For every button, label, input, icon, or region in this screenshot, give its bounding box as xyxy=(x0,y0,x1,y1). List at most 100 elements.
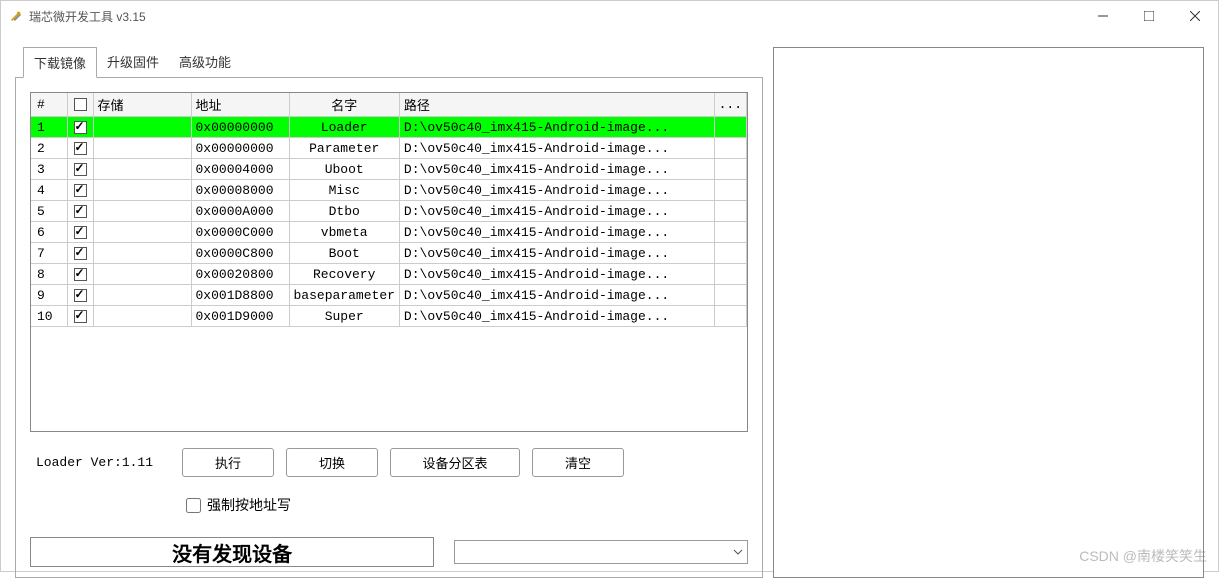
cell-browse[interactable] xyxy=(714,180,746,201)
row-checkbox[interactable] xyxy=(74,268,87,281)
cell-path[interactable]: D:\ov50c40_imx415-Android-image... xyxy=(399,180,714,201)
row-checkbox[interactable] xyxy=(74,205,87,218)
table-row[interactable]: 20x00000000ParameterD:\ov50c40_imx415-An… xyxy=(31,138,747,159)
header-browse[interactable]: ... xyxy=(714,93,746,117)
cell-checkbox[interactable] xyxy=(67,285,93,306)
table-row[interactable]: 10x00000000LoaderD:\ov50c40_imx415-Andro… xyxy=(31,117,747,138)
cell-name[interactable]: Dtbo xyxy=(289,201,399,222)
cell-storage[interactable] xyxy=(93,222,191,243)
cell-path[interactable]: D:\ov50c40_imx415-Android-image... xyxy=(399,243,714,264)
header-checkbox-icon[interactable] xyxy=(74,98,87,111)
cell-name[interactable]: Parameter xyxy=(289,138,399,159)
cell-checkbox[interactable] xyxy=(67,180,93,201)
execute-button[interactable]: 执行 xyxy=(182,448,274,477)
cell-browse[interactable] xyxy=(714,117,746,138)
cell-name[interactable]: Super xyxy=(289,306,399,327)
row-checkbox[interactable] xyxy=(74,163,87,176)
cell-checkbox[interactable] xyxy=(67,264,93,285)
cell-name[interactable]: baseparameter xyxy=(289,285,399,306)
cell-browse[interactable] xyxy=(714,285,746,306)
table-row[interactable]: 30x00004000UbootD:\ov50c40_imx415-Androi… xyxy=(31,159,747,180)
header-address[interactable]: 地址 xyxy=(191,93,289,117)
cell-storage[interactable] xyxy=(93,180,191,201)
cell-address[interactable]: 0x0000C000 xyxy=(191,222,289,243)
clear-button[interactable]: 清空 xyxy=(532,448,624,477)
cell-browse[interactable] xyxy=(714,222,746,243)
header-path[interactable]: 路径 xyxy=(399,93,714,117)
cell-address[interactable]: 0x00000000 xyxy=(191,138,289,159)
cell-name[interactable]: Uboot xyxy=(289,159,399,180)
cell-storage[interactable] xyxy=(93,201,191,222)
cell-name[interactable]: Boot xyxy=(289,243,399,264)
cell-checkbox[interactable] xyxy=(67,159,93,180)
header-name[interactable]: 名字 xyxy=(289,93,399,117)
force-write-checkbox[interactable] xyxy=(186,498,201,513)
cell-checkbox[interactable] xyxy=(67,117,93,138)
switch-button[interactable]: 切换 xyxy=(286,448,378,477)
cell-browse[interactable] xyxy=(714,201,746,222)
cell-browse[interactable] xyxy=(714,159,746,180)
cell-browse[interactable] xyxy=(714,264,746,285)
cell-address[interactable]: 0x001D8800 xyxy=(191,285,289,306)
cell-checkbox[interactable] xyxy=(67,222,93,243)
cell-name[interactable]: Loader xyxy=(289,117,399,138)
row-checkbox[interactable] xyxy=(74,247,87,260)
row-checkbox[interactable] xyxy=(74,142,87,155)
cell-name[interactable]: vbmeta xyxy=(289,222,399,243)
cell-path[interactable]: D:\ov50c40_imx415-Android-image... xyxy=(399,285,714,306)
cell-address[interactable]: 0x0000C800 xyxy=(191,243,289,264)
cell-address[interactable]: 0x0000A000 xyxy=(191,201,289,222)
cell-storage[interactable] xyxy=(93,243,191,264)
cell-path[interactable]: D:\ov50c40_imx415-Android-image... xyxy=(399,201,714,222)
cell-storage[interactable] xyxy=(93,264,191,285)
cell-browse[interactable] xyxy=(714,243,746,264)
cell-address[interactable]: 0x00008000 xyxy=(191,180,289,201)
row-checkbox[interactable] xyxy=(74,121,87,134)
cell-path[interactable]: D:\ov50c40_imx415-Android-image... xyxy=(399,306,714,327)
cell-checkbox[interactable] xyxy=(67,306,93,327)
table-row[interactable]: 40x00008000MiscD:\ov50c40_imx415-Android… xyxy=(31,180,747,201)
minimize-button[interactable] xyxy=(1080,1,1126,31)
cell-path[interactable]: D:\ov50c40_imx415-Android-image... xyxy=(399,117,714,138)
cell-address[interactable]: 0x00020800 xyxy=(191,264,289,285)
cell-storage[interactable] xyxy=(93,306,191,327)
cell-path[interactable]: D:\ov50c40_imx415-Android-image... xyxy=(399,159,714,180)
cell-address[interactable]: 0x00000000 xyxy=(191,117,289,138)
tab-download-image[interactable]: 下载镜像 xyxy=(23,47,97,78)
table-row[interactable]: 60x0000C000vbmetaD:\ov50c40_imx415-Andro… xyxy=(31,222,747,243)
row-checkbox[interactable] xyxy=(74,289,87,302)
cell-browse[interactable] xyxy=(714,138,746,159)
row-checkbox[interactable] xyxy=(74,310,87,323)
table-row[interactable]: 50x0000A000DtboD:\ov50c40_imx415-Android… xyxy=(31,201,747,222)
header-storage[interactable]: 存储 xyxy=(93,93,191,117)
table-row[interactable]: 90x001D8800baseparameterD:\ov50c40_imx41… xyxy=(31,285,747,306)
tab-advanced[interactable]: 高级功能 xyxy=(169,47,241,78)
cell-storage[interactable] xyxy=(93,159,191,180)
tab-upgrade-firmware[interactable]: 升级固件 xyxy=(97,47,169,78)
table-row[interactable]: 100x001D9000SuperD:\ov50c40_imx415-Andro… xyxy=(31,306,747,327)
header-index[interactable]: # xyxy=(31,93,67,117)
cell-checkbox[interactable] xyxy=(67,201,93,222)
table-row[interactable]: 80x00020800RecoveryD:\ov50c40_imx415-And… xyxy=(31,264,747,285)
table-row[interactable]: 70x0000C800BootD:\ov50c40_imx415-Android… xyxy=(31,243,747,264)
row-checkbox[interactable] xyxy=(74,184,87,197)
cell-name[interactable]: Misc xyxy=(289,180,399,201)
cell-path[interactable]: D:\ov50c40_imx415-Android-image... xyxy=(399,138,714,159)
cell-storage[interactable] xyxy=(93,117,191,138)
cell-storage[interactable] xyxy=(93,138,191,159)
device-select[interactable] xyxy=(454,540,748,564)
cell-checkbox[interactable] xyxy=(67,138,93,159)
cell-path[interactable]: D:\ov50c40_imx415-Android-image... xyxy=(399,264,714,285)
close-button[interactable] xyxy=(1172,1,1218,31)
maximize-button[interactable] xyxy=(1126,1,1172,31)
cell-browse[interactable] xyxy=(714,306,746,327)
cell-path[interactable]: D:\ov50c40_imx415-Android-image... xyxy=(399,222,714,243)
cell-address[interactable]: 0x001D9000 xyxy=(191,306,289,327)
partition-table-button[interactable]: 设备分区表 xyxy=(390,448,520,477)
cell-address[interactable]: 0x00004000 xyxy=(191,159,289,180)
row-checkbox[interactable] xyxy=(74,226,87,239)
cell-checkbox[interactable] xyxy=(67,243,93,264)
cell-storage[interactable] xyxy=(93,285,191,306)
header-checkbox[interactable] xyxy=(67,93,93,117)
cell-name[interactable]: Recovery xyxy=(289,264,399,285)
